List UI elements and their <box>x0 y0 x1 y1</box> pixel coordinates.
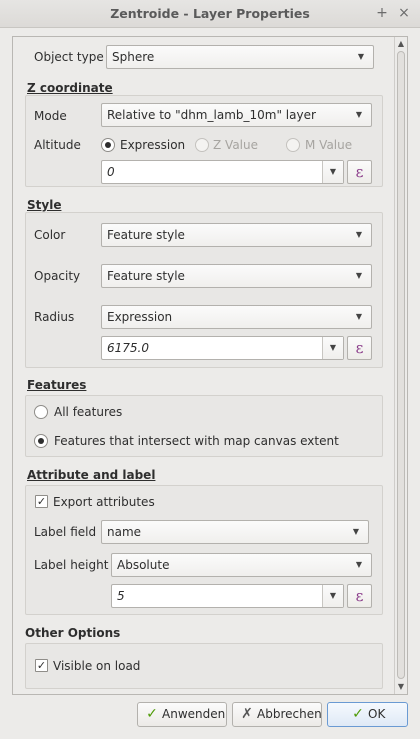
check-icon: ✓ <box>352 706 364 722</box>
altitude-expression-dropdown[interactable]: ▼ <box>322 161 343 183</box>
all-features-label: All features <box>54 405 123 419</box>
expression-icon: ε <box>355 587 364 605</box>
attribute-label-title: Attribute and label <box>27 468 156 482</box>
chevron-down-icon: ▼ <box>355 312 363 321</box>
visible-on-load-checkbox[interactable]: ✓ <box>35 659 48 672</box>
style-title: Style <box>27 198 62 212</box>
color-value: Feature style <box>107 228 185 242</box>
object-type-combo[interactable]: Sphere ▼ <box>106 45 374 69</box>
label-field-combo[interactable]: name ▼ <box>101 520 369 544</box>
export-attributes-label: Export attributes <box>53 495 155 509</box>
ok-button[interactable]: ✓ OK <box>327 702 408 727</box>
expression-radio[interactable] <box>101 138 115 152</box>
check-icon: ✓ <box>146 706 158 722</box>
mode-value: Relative to "dhm_lamb_10m" layer <box>107 108 316 122</box>
label-height-label: Label height <box>34 558 109 572</box>
label-height-combo[interactable]: Absolute ▼ <box>111 553 372 577</box>
intersect-features-radio[interactable] <box>34 434 48 448</box>
radius-expression-dropdown[interactable]: ▼ <box>322 337 343 359</box>
title-bar: Zentroide - Layer Properties + × <box>0 0 420 28</box>
properties-panel: Object type Sphere ▼ Z coordinate Mode R… <box>12 36 408 695</box>
vertical-scrollbar[interactable]: ▲ ▼ <box>394 37 407 694</box>
ok-button-label: OK <box>368 707 386 721</box>
label-height-expression-value: 5 <box>117 589 125 603</box>
chevron-down-icon: ▼ <box>357 52 365 61</box>
radius-expression-value: 6175.0 <box>107 341 149 355</box>
all-features-radio[interactable] <box>34 405 48 419</box>
object-type-label: Object type <box>34 50 104 64</box>
radius-expression-input[interactable]: 6175.0 ▼ <box>101 336 344 360</box>
opacity-label: Opacity <box>34 269 81 283</box>
chevron-down-icon: ▼ <box>355 230 363 239</box>
chevron-down-icon: ▼ <box>352 527 360 536</box>
z-value-radio[interactable] <box>195 138 209 152</box>
label-field-value: name <box>107 525 142 539</box>
label-height-expression-input[interactable]: 5 ▼ <box>111 584 344 608</box>
object-type-value: Sphere <box>112 50 155 64</box>
color-combo[interactable]: Feature style ▼ <box>101 223 372 247</box>
pin-icon[interactable]: + <box>374 5 390 21</box>
chevron-down-icon: ▼ <box>329 591 337 600</box>
check-icon: ✓ <box>36 659 47 672</box>
expression-radio-label: Expression <box>120 138 186 152</box>
features-title: Features <box>27 378 87 392</box>
opacity-combo[interactable]: Feature style ▼ <box>101 264 372 288</box>
expression-icon: ε <box>355 163 364 181</box>
altitude-expression-input[interactable]: 0 ▼ <box>101 160 344 184</box>
label-height-value: Absolute <box>117 558 170 572</box>
radius-expression-builder-button[interactable]: ε <box>347 336 372 360</box>
expression-icon: ε <box>355 339 364 357</box>
scroll-down-icon[interactable]: ▼ <box>395 681 407 693</box>
apply-button[interactable]: ✓ Anwenden <box>137 702 227 727</box>
radius-label: Radius <box>34 310 75 324</box>
chevron-down-icon: ▼ <box>355 110 363 119</box>
other-options-title: Other Options <box>25 626 121 640</box>
chevron-down-icon: ▼ <box>329 167 337 176</box>
scroll-up-icon[interactable]: ▲ <box>395 38 407 50</box>
window-title: Zentroide - Layer Properties <box>110 6 310 21</box>
color-label: Color <box>34 228 66 242</box>
label-field-label: Label field <box>34 525 97 539</box>
z-value-radio-label: Z Value <box>213 138 258 152</box>
apply-button-label: Anwenden <box>162 707 226 721</box>
m-value-radio[interactable] <box>286 138 300 152</box>
mode-label: Mode <box>34 109 67 123</box>
label-height-expression-builder-button[interactable]: ε <box>347 584 372 608</box>
m-value-radio-label: M Value <box>305 138 353 152</box>
radius-value: Expression <box>107 310 173 324</box>
radius-combo[interactable]: Expression ▼ <box>101 305 372 329</box>
opacity-value: Feature style <box>107 269 185 283</box>
cancel-button[interactable]: ✗ Abbrechen <box>232 702 322 727</box>
z-coordinate-title: Z coordinate <box>27 81 113 95</box>
scrollbar-thumb[interactable] <box>397 51 405 679</box>
close-icon[interactable]: × <box>396 5 412 21</box>
export-attributes-checkbox[interactable]: ✓ <box>35 495 48 508</box>
chevron-down-icon: ▼ <box>329 343 337 352</box>
cancel-button-label: Abbrechen <box>257 707 322 721</box>
visible-on-load-label: Visible on load <box>53 659 141 673</box>
altitude-label: Altitude <box>34 138 81 152</box>
intersect-features-label: Features that intersect with map canvas … <box>54 434 339 448</box>
chevron-down-icon: ▼ <box>355 560 363 569</box>
label-height-expression-dropdown[interactable]: ▼ <box>322 585 343 607</box>
check-icon: ✓ <box>36 495 47 508</box>
altitude-expression-value: 0 <box>107 165 115 179</box>
chevron-down-icon: ▼ <box>355 271 363 280</box>
cross-icon: ✗ <box>241 706 253 722</box>
mode-combo[interactable]: Relative to "dhm_lamb_10m" layer ▼ <box>101 103 372 127</box>
expression-builder-button[interactable]: ε <box>347 160 372 184</box>
